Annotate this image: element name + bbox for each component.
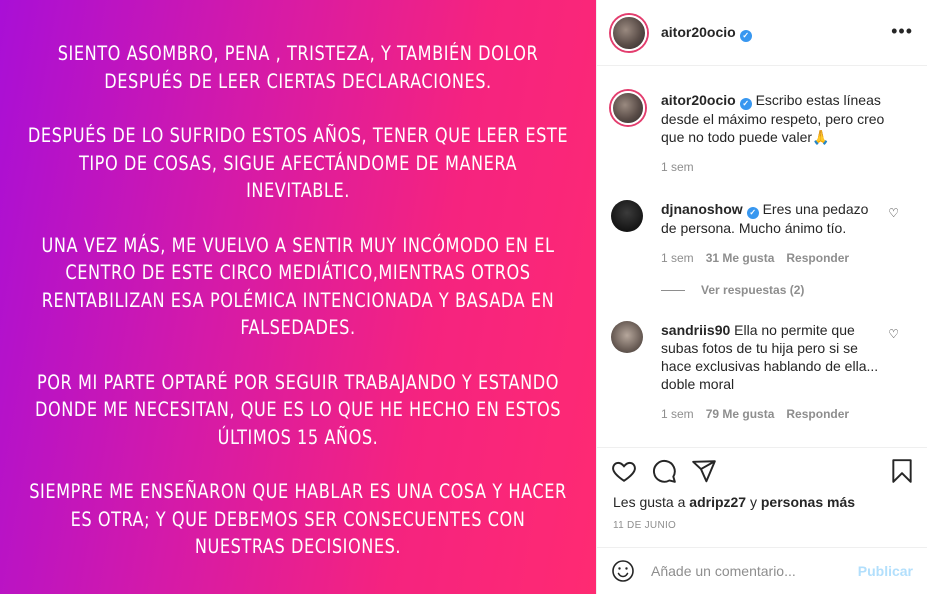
comment-time[interactable]: 1 sem: [661, 249, 694, 267]
add-comment-bar: Publicar: [597, 547, 927, 594]
reply-button[interactable]: Responder: [786, 405, 849, 423]
view-replies-label[interactable]: Ver respuestas (2): [701, 283, 804, 297]
publish-button[interactable]: Publicar: [858, 563, 913, 579]
post-image[interactable]: SIENTO ASOMBRO, PENA , TRISTEZA, Y TAMBI…: [0, 0, 596, 594]
more-options-icon[interactable]: •••: [891, 22, 913, 40]
like-heart-icon[interactable]: [611, 458, 637, 484]
post-actions: Les gusta a adripz27 y personas más 11 D…: [597, 447, 927, 547]
comment-meta: 1 sem 31 Me gusta Responder: [661, 249, 881, 267]
action-icons-row: [611, 458, 915, 488]
comment-item: sandriis90 Ella no permite que subas fot…: [611, 321, 913, 423]
comment-time[interactable]: 1 sem: [661, 405, 694, 423]
like-comment-heart-icon[interactable]: ♡: [888, 206, 899, 220]
verified-badge-icon: ✓: [739, 29, 752, 42]
comment-username[interactable]: sandriis90: [661, 322, 730, 338]
author-username[interactable]: aitor20ocio ✓: [661, 24, 752, 42]
caption-meta: 1 sem: [661, 158, 901, 176]
post-paragraph-1: SIENTO ASOMBRO, PENA , TRISTEZA, Y TAMBI…: [57, 42, 539, 93]
post-date[interactable]: 11 DE JUNIO: [613, 520, 676, 531]
comment-likes[interactable]: 31 Me gusta: [706, 249, 775, 267]
commenter-avatar[interactable]: [611, 200, 643, 232]
comments-list[interactable]: aitor20ocio ✓ Escribo estas líneas desde …: [597, 67, 927, 447]
verified-badge-icon: ✓: [739, 98, 752, 110]
author-username-text[interactable]: aitor20ocio: [661, 24, 736, 40]
save-bookmark-icon[interactable]: [889, 458, 915, 484]
post-paragraph-4: POR MI PARTE OPTARÉ POR SEGUIR TRABAJAND…: [34, 370, 562, 449]
comment-meta: 1 sem 79 Me gusta Responder: [661, 405, 881, 423]
caption-time[interactable]: 1 sem: [661, 158, 694, 176]
emoji-smiley-icon[interactable]: [611, 559, 635, 583]
likes-others-link[interactable]: personas más: [761, 494, 855, 510]
comment-username[interactable]: djnanoshow: [661, 201, 743, 217]
comment-likes[interactable]: 79 Me gusta: [706, 405, 775, 423]
like-comment-heart-icon[interactable]: ♡: [888, 327, 899, 341]
view-replies-link[interactable]: Ver respuestas (2): [661, 283, 804, 297]
likes-prefix: Les gusta a: [613, 494, 686, 510]
caption-comment: aitor20ocio ✓ Escribo estas líneas desde …: [611, 91, 913, 176]
comment-input[interactable]: [651, 563, 841, 579]
commenter-avatar[interactable]: [611, 321, 643, 353]
post-paragraph-2: DESPUÉS DE LO SUFRIDO ESTOS AÑOS, TENER …: [27, 124, 569, 202]
comment-item: djnanoshow ✓ Eres una pedazo de persona. …: [611, 200, 913, 267]
post-header: aitor20ocio ✓ •••: [597, 0, 927, 66]
author-avatar[interactable]: [611, 14, 647, 51]
caption-username[interactable]: aitor20ocio: [661, 92, 736, 108]
likes-connector: y: [749, 494, 757, 510]
reply-button[interactable]: Responder: [786, 249, 849, 267]
caption-avatar[interactable]: [611, 91, 645, 125]
share-paper-plane-icon[interactable]: [691, 458, 717, 484]
post-side-panel: aitor20ocio ✓ ••• aitor20ocio ✓ Escribo es…: [596, 0, 927, 594]
comment-bubble-icon[interactable]: [651, 458, 677, 484]
post-paragraph-3: UNA VEZ MÁS, ME VUELVO A SENTIR MUY INCÓ…: [41, 233, 555, 340]
likes-summary: Les gusta a adripz27 y personas más: [613, 494, 855, 510]
replies-divider: [661, 289, 685, 291]
verified-badge-icon: ✓: [746, 207, 759, 219]
post-paragraph-5: SIEMPRE ME ENSEÑARON QUE HABLAR ES UNA C…: [29, 480, 567, 558]
likes-user-link[interactable]: adripz27: [689, 494, 746, 510]
